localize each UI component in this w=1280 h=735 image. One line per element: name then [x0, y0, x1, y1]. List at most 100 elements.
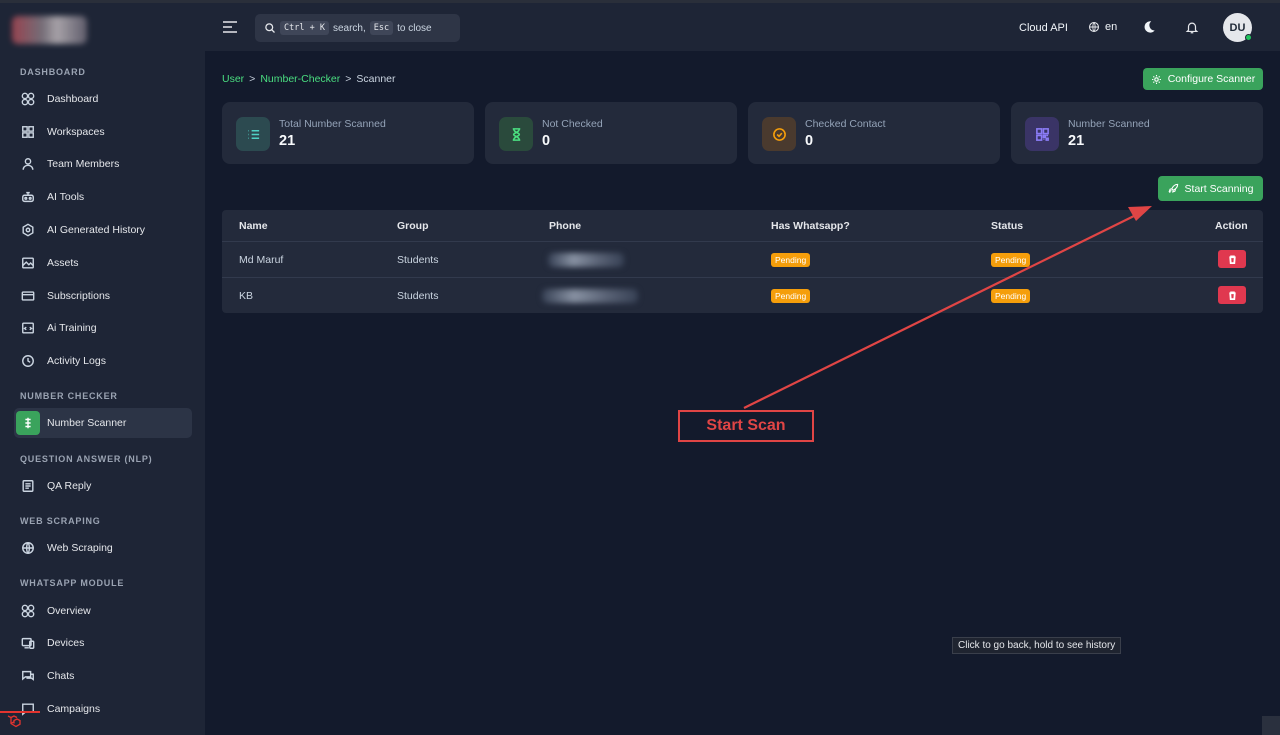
search-icon [265, 23, 275, 33]
status-badge: Pending [991, 289, 1031, 303]
stat-card-checked-contact: Checked Contact 0 [748, 102, 1000, 164]
check-circle-icon [762, 117, 796, 151]
annotation-label: Start Scan [706, 417, 786, 434]
sidebar-item-chats[interactable]: Chats [14, 661, 192, 691]
corner-widget [1262, 716, 1280, 735]
document-icon [21, 479, 35, 493]
app-logo[interactable] [12, 16, 87, 44]
breadcrumb-number-checker[interactable]: Number-Checker [260, 73, 340, 85]
hourglass-icon [499, 117, 533, 151]
section-web-scraping: WEB SCRAPING [20, 516, 101, 526]
sidebar-item-label: Ai Training [47, 322, 97, 334]
cell-name: Md Maruf [239, 254, 284, 266]
stat-label: Total Number Scanned [279, 118, 386, 130]
cell-phone-redacted [542, 289, 638, 303]
credit-card-icon [21, 289, 35, 303]
sidebar-item-dashboard[interactable]: Dashboard [14, 84, 192, 114]
sidebar-item-assets[interactable]: Assets [14, 248, 192, 278]
sidebar-item-activity-logs[interactable]: Activity Logs [14, 346, 192, 376]
message-square-icon [21, 702, 35, 716]
scanner-table: Name Group Phone Has Whatsapp? Status Ac… [222, 210, 1263, 313]
sidebar-item-label: Overview [47, 605, 91, 617]
start-scanning-button[interactable]: Start Scanning [1158, 176, 1263, 201]
browser-back-tooltip: Click to go back, hold to see history [952, 637, 1122, 654]
section-question-answer: QUESTION ANSWER (NLP) [20, 454, 153, 464]
sidebar-item-team-members[interactable]: Team Members [14, 149, 192, 179]
sidebar-item-subscriptions[interactable]: Subscriptions [14, 281, 192, 311]
stat-value: 21 [1068, 133, 1085, 149]
shortcut-key-close: Esc [369, 21, 394, 35]
configure-scanner-label: Configure Scanner [1167, 73, 1256, 85]
sidebar-item-label: Devices [47, 637, 85, 649]
language-selector[interactable]: en [1088, 21, 1117, 33]
user-icon [21, 157, 35, 171]
code-window-icon [21, 321, 35, 335]
dashboard-icon [21, 92, 35, 106]
gear-icon [1151, 74, 1161, 84]
sidebar-item-label: Subscriptions [47, 290, 111, 302]
section-dashboard: DASHBOARD [20, 67, 86, 77]
sidebar-item-label: Web Scraping [47, 542, 113, 554]
notification-bell-icon[interactable] [1185, 20, 1199, 35]
sidebar-item-label: Activity Logs [47, 355, 106, 367]
trash-icon [1228, 254, 1236, 264]
column-header-action: Action [1215, 220, 1248, 232]
cloud-api-link[interactable]: Cloud API [1019, 22, 1068, 34]
sidebar-item-ai-training[interactable]: Ai Training [14, 313, 192, 343]
column-header-has-whatsapp: Has Whatsapp? [771, 220, 850, 232]
sidebar-item-number-scanner[interactable]: Number Scanner [14, 408, 192, 438]
cell-name: KB [239, 290, 254, 302]
configure-scanner-button[interactable]: Configure Scanner [1143, 68, 1263, 90]
annotation-label-box: Start Scan [678, 410, 814, 442]
chat-icon [21, 669, 35, 683]
rocket-icon [1168, 183, 1178, 194]
scanner-icon [16, 411, 40, 435]
history-icon [21, 354, 35, 368]
top-header: Ctrl + K search, Esc to close Cloud API … [205, 3, 1280, 51]
robot-icon [21, 190, 35, 204]
image-icon [21, 256, 35, 270]
globe-icon [21, 541, 35, 555]
sidebar-item-label: AI Generated History [47, 224, 146, 236]
grid-icon [21, 125, 35, 139]
sidebar-item-label: Campaigns [47, 703, 101, 715]
sidebar-item-label: Assets [47, 257, 79, 269]
sidebar-item-label: AI Tools [47, 191, 85, 203]
delete-row-button[interactable] [1218, 286, 1246, 304]
menu-toggle-icon[interactable] [222, 20, 238, 34]
sidebar-item-devices[interactable]: Devices [14, 628, 192, 658]
dark-mode-icon[interactable] [1142, 20, 1156, 34]
stat-value: 0 [805, 133, 814, 149]
sidebar-item-workspaces[interactable]: Workspaces [14, 117, 192, 147]
sidebar-item-ai-history[interactable]: AI Generated History [14, 215, 192, 245]
globe-icon [1088, 21, 1100, 33]
search-close-hint: to close [397, 22, 432, 34]
sidebar: DASHBOARD Dashboard Workspaces Team Memb… [0, 3, 205, 735]
cell-phone-redacted [548, 253, 624, 267]
stat-label: Not Checked [542, 118, 603, 130]
sidebar-item-qa-reply[interactable]: QA Reply [14, 471, 192, 501]
breadcrumb-user[interactable]: User [222, 73, 244, 85]
cell-group: Students [397, 290, 439, 302]
sidebar-item-ai-tools[interactable]: AI Tools [14, 182, 192, 212]
qr-code-icon [1025, 117, 1059, 151]
sidebar-item-web-scraping[interactable]: Web Scraping [14, 533, 192, 563]
search-box[interactable]: Ctrl + K search, Esc to close [255, 14, 460, 42]
column-header-group: Group [397, 220, 429, 232]
stat-label: Checked Contact [805, 118, 886, 130]
sidebar-item-label: Chats [47, 670, 75, 682]
laravel-debug-icon[interactable] [6, 713, 22, 729]
list-icon [236, 117, 270, 151]
breadcrumb: User > Number-Checker > Scanner [222, 73, 396, 85]
search-hint-text: search, [332, 22, 366, 34]
user-avatar[interactable]: DU [1223, 13, 1252, 42]
language-label: en [1105, 21, 1118, 33]
trash-icon [1228, 290, 1236, 300]
row-divider [222, 241, 1263, 242]
sidebar-item-campaigns[interactable]: Campaigns [14, 694, 192, 724]
sidebar-item-overview[interactable]: Overview [14, 596, 192, 626]
stat-value: 0 [542, 133, 551, 149]
devices-icon [21, 636, 35, 650]
delete-row-button[interactable] [1218, 250, 1246, 268]
sidebar-item-label: Dashboard [47, 93, 99, 105]
